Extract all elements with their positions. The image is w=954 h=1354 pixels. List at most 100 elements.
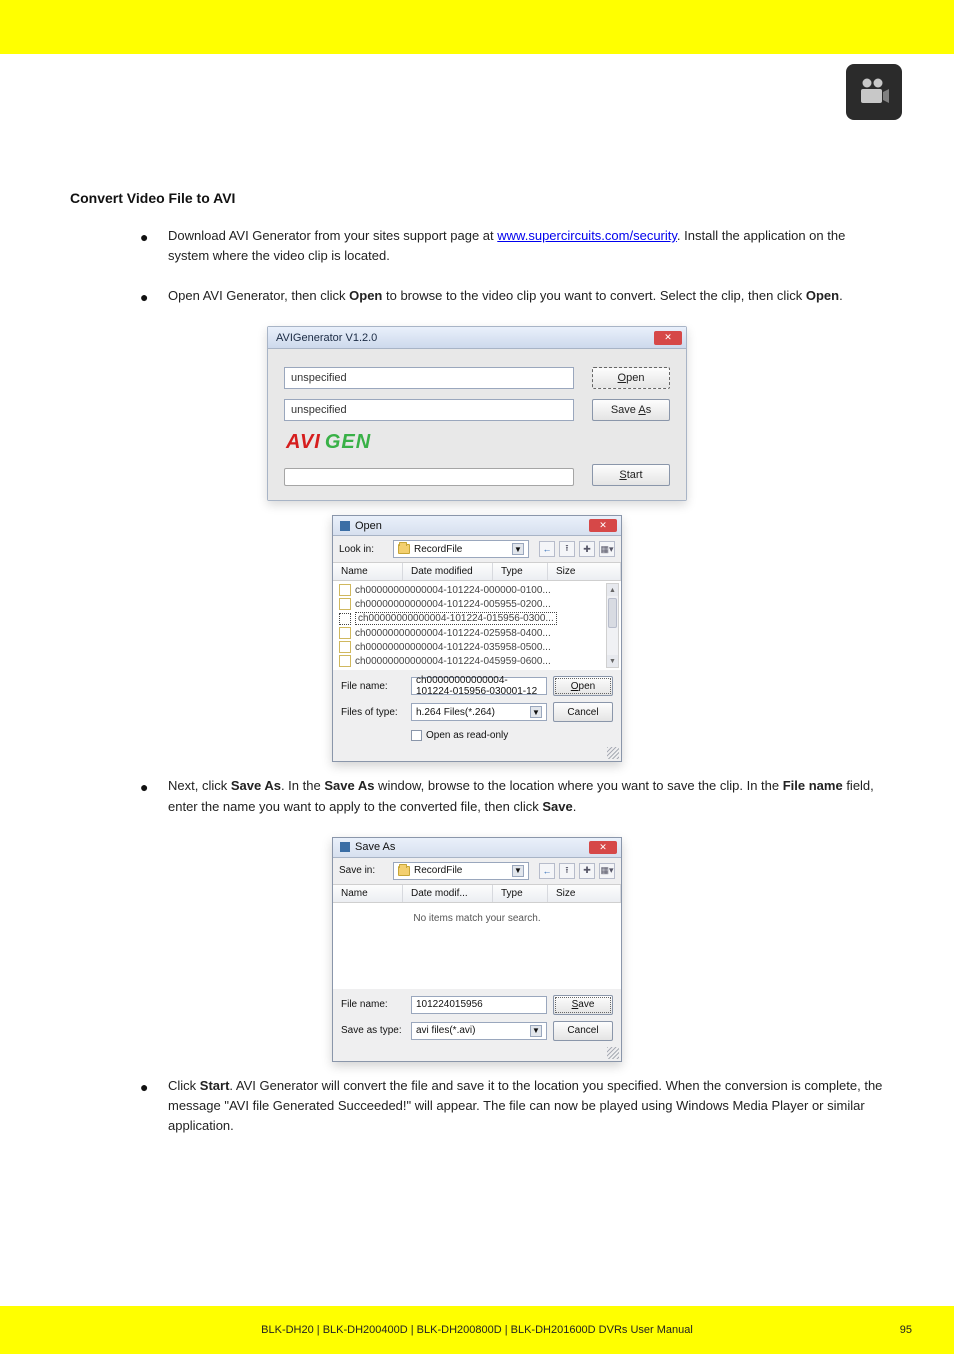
source-path-field[interactable]: unspecified [284, 367, 574, 389]
close-icon[interactable]: ✕ [654, 331, 682, 345]
checkbox-icon[interactable] [411, 730, 422, 741]
view-menu-icon[interactable]: ▦▾ [599, 541, 615, 557]
bullet-4: ● Click Start. AVI Generator will conver… [140, 1076, 884, 1136]
support-link[interactable]: www.supercircuits.com/security [497, 228, 677, 243]
scroll-thumb[interactable] [608, 598, 617, 628]
resize-grip-icon[interactable] [607, 747, 619, 759]
page-number: 95 [900, 1324, 912, 1336]
open-button[interactable]: Open [592, 367, 670, 389]
col-type[interactable]: Type [493, 885, 548, 902]
avi-generator-window: AVIGenerator V1.2.0 ✕ unspecified Open u… [267, 326, 687, 501]
chevron-down-icon[interactable]: ▼ [512, 543, 524, 555]
list-item: ch00000000000004-101224-035958-0500... [333, 640, 621, 654]
progress-bar [284, 468, 574, 486]
filename-input[interactable]: ch00000000000004-101224-015956-030001-12 [411, 677, 547, 695]
b2-p1: Open AVI Generator, then click [168, 288, 349, 303]
footer-text: BLK-DH20 | BLK-DH200400D | BLK-DH200800D… [261, 1324, 693, 1336]
folder-icon [398, 544, 410, 554]
file-icon [339, 627, 351, 639]
saveastype-combo[interactable]: avi files(*.avi)▼ [411, 1022, 547, 1040]
savein-combo[interactable]: RecordFile ▼ [393, 862, 529, 880]
file-icon [339, 613, 351, 625]
resize-grip-icon[interactable] [607, 1047, 619, 1059]
b2-p2: to browse to the video clip you want to … [382, 288, 805, 303]
save-button[interactable]: Save [553, 995, 613, 1015]
col-name[interactable]: Name [333, 885, 403, 902]
bullet-dot: ● [140, 779, 148, 795]
list-header: Name Date modified Type Size [333, 563, 621, 581]
chevron-down-icon[interactable]: ▼ [512, 865, 524, 877]
avi-gen-logo: AVIGEN [286, 431, 670, 454]
close-icon[interactable]: ✕ [589, 519, 617, 532]
filetype-combo[interactable]: h.264 Files(*.264)▼ [411, 703, 547, 721]
file-list-empty: No items match your search. [333, 903, 621, 989]
scroll-up-icon[interactable]: ▲ [607, 584, 618, 596]
lookin-label: Look in: [339, 544, 389, 555]
open-dialog: Open ✕ Look in: RecordFile ▼ ⭱ ✚ ▦▾ [332, 515, 622, 762]
file-icon [339, 655, 351, 667]
bullet-dot: ● [140, 229, 148, 245]
file-icon [339, 598, 351, 610]
filename-label: File name: [341, 681, 405, 692]
bullet-1: ● Download AVI Generator from your sites… [140, 226, 884, 266]
bullet-dot: ● [140, 289, 148, 305]
cancel-button[interactable]: Cancel [553, 702, 613, 722]
up-icon[interactable]: ⭱ [559, 863, 575, 879]
dialog-icon [339, 841, 351, 853]
filetype-label: Files of type: [341, 707, 405, 718]
col-size[interactable]: Size [548, 885, 621, 902]
col-type[interactable]: Type [493, 563, 548, 580]
bullet-3: ● Next, click Save As. In the Save As wi… [140, 776, 884, 816]
b3-p1: Next, click [168, 778, 231, 793]
list-item: ch00000000000004-101224-025958-0400... [333, 626, 621, 640]
col-name[interactable]: Name [333, 563, 403, 580]
new-folder-icon[interactable]: ✚ [579, 863, 595, 879]
lookin-combo[interactable]: RecordFile ▼ [393, 540, 529, 558]
scrollbar[interactable]: ▲ ▼ [606, 583, 619, 668]
back-icon[interactable] [539, 541, 555, 557]
saveas-title: Save As [355, 841, 395, 853]
back-icon[interactable] [539, 863, 555, 879]
start-button[interactable]: Start [592, 464, 670, 486]
file-list[interactable]: ch00000000000004-101224-000000-0100... c… [333, 581, 621, 670]
file-icon [339, 641, 351, 653]
b2-open2: Open [806, 288, 839, 303]
dialog-icon [339, 520, 351, 532]
b4-p1: Click [168, 1078, 200, 1093]
chevron-down-icon[interactable]: ▼ [530, 1025, 542, 1037]
col-date[interactable]: Date modified [403, 563, 493, 580]
camcorder-icon [854, 72, 894, 112]
b2-p3: . [839, 288, 843, 303]
open-button[interactable]: Open [553, 676, 613, 696]
saveastype-label: Save as type: [341, 1025, 405, 1036]
readonly-checkbox[interactable]: Open as read-only [411, 730, 547, 741]
list-header: Name Date modif... Type Size [333, 885, 621, 903]
new-folder-icon[interactable]: ✚ [579, 541, 595, 557]
list-item: ch00000000000004-101224-000000-0100... [333, 583, 621, 597]
top-yellow-bar [0, 0, 954, 54]
col-size[interactable]: Size [548, 563, 621, 580]
view-menu-icon[interactable]: ▦▾ [599, 863, 615, 879]
scroll-down-icon[interactable]: ▼ [607, 655, 618, 667]
folder-icon [398, 866, 410, 876]
save-as-button[interactable]: Save As [592, 399, 670, 421]
list-item-selected: ch00000000000004-101224-015956-0300... [333, 611, 621, 626]
bullet-2: ● Open AVI Generator, then click Open to… [140, 286, 884, 306]
chevron-down-icon[interactable]: ▼ [530, 706, 542, 718]
footer-bar: BLK-DH20 | BLK-DH200400D | BLK-DH200800D… [0, 1306, 954, 1354]
savein-label: Save in: [339, 865, 389, 876]
list-item: ch00000000000004-101224-005955-0200... [333, 597, 621, 611]
save-as-dialog: Save As ✕ Save in: RecordFile ▼ ⭱ ✚ ▦▾ [332, 837, 622, 1062]
file-icon [339, 584, 351, 596]
dest-path-field[interactable]: unspecified [284, 399, 574, 421]
filename-input[interactable]: 101224015956 [411, 996, 547, 1014]
avi-title: AVIGenerator V1.2.0 [276, 332, 377, 344]
camcorder-icon-tile [846, 64, 902, 120]
cancel-button[interactable]: Cancel [553, 1021, 613, 1041]
up-icon[interactable]: ⭱ [559, 541, 575, 557]
b1-text: Download AVI Generator from your sites s… [168, 228, 494, 243]
open-title: Open [355, 520, 382, 532]
empty-message: No items match your search. [333, 903, 621, 934]
close-icon[interactable]: ✕ [589, 841, 617, 854]
col-date[interactable]: Date modif... [403, 885, 493, 902]
